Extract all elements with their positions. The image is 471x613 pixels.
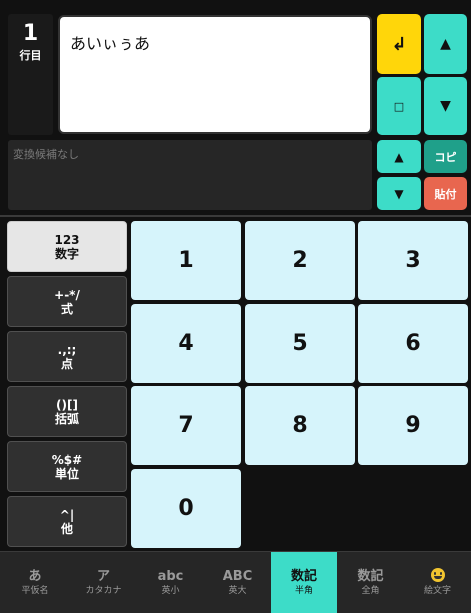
tab-sublabel: 英小 [161, 585, 180, 596]
key-6[interactable]: 6 [358, 304, 468, 383]
category-label: 数字 [54, 246, 79, 261]
tab-uppercase[interactable]: ABC 英大 [204, 552, 271, 613]
key-7[interactable]: 7 [131, 386, 241, 465]
tab-katakana[interactable]: ア カタカナ [70, 552, 137, 613]
category-symbols: ()[] [56, 397, 78, 412]
key-4[interactable]: 4 [131, 304, 241, 383]
copy-button[interactable]: コピ [424, 140, 467, 173]
tab-label: ABC [222, 568, 253, 584]
category-units[interactable]: %$# 単位 [7, 441, 127, 492]
tab-label: abc [157, 568, 184, 584]
category-operators[interactable]: +-*/ 式 [7, 276, 127, 327]
space-button[interactable]: □ [377, 77, 421, 135]
category-punctuation[interactable]: .,:; 点 [7, 331, 127, 382]
cursor-up-button[interactable]: ▲ [424, 14, 467, 74]
tab-sublabel: 平仮名 [21, 585, 49, 596]
key-9[interactable]: 9 [358, 386, 468, 465]
enter-button[interactable]: ↲ [377, 14, 421, 74]
key-3[interactable]: 3 [358, 221, 468, 300]
category-symbols: 123 [54, 232, 80, 247]
cursor-down-button[interactable]: ▼ [424, 77, 467, 135]
tab-hiragana[interactable]: あ 平仮名 [0, 552, 70, 613]
category-label: 式 [60, 301, 73, 316]
category-label: 点 [60, 356, 73, 371]
tab-emoji[interactable]: 絵文字 [404, 552, 471, 613]
key-1[interactable]: 1 [131, 221, 241, 300]
category-other[interactable]: ^| 他 [7, 496, 127, 547]
category-label: 括弧 [54, 411, 79, 426]
tab-sublabel: カタカナ [85, 585, 122, 596]
tab-sublabel: 全角 [361, 585, 380, 596]
category-symbols: %$# [51, 452, 83, 467]
tab-label: ア [96, 568, 110, 584]
category-label: 単位 [54, 466, 79, 481]
category-symbols: +-*/ [54, 287, 80, 302]
category-label: 他 [60, 521, 73, 536]
key-0[interactable]: 0 [131, 469, 241, 548]
tab-label: 数記 [357, 568, 384, 584]
tab-numeric-fullwidth[interactable]: 数記 全角 [337, 552, 404, 613]
category-brackets[interactable]: ()[] 括弧 [7, 386, 127, 437]
paste-button[interactable]: 貼付 [424, 177, 467, 210]
tab-sublabel: 英大 [228, 585, 247, 596]
key-2[interactable]: 2 [245, 221, 355, 300]
candidate-down-button[interactable]: ▼ [377, 177, 421, 210]
tab-lowercase[interactable]: abc 英小 [137, 552, 204, 613]
text-input-area[interactable]: あいぃぅあ [58, 15, 372, 134]
line-unit-label: 行目 [19, 49, 42, 62]
category-symbols: .,:; [57, 342, 77, 357]
tab-sublabel: 絵文字 [423, 586, 451, 596]
line-number: 1 [22, 21, 39, 46]
tab-label: 数記 [290, 568, 317, 584]
tab-sublabel: 半角 [294, 585, 313, 596]
key-8[interactable]: 8 [245, 386, 355, 465]
line-indicator: 1 行目 [8, 14, 53, 135]
category-numbers[interactable]: 123 数字 [7, 221, 127, 272]
tab-numeric-halfwidth[interactable]: 数記 半角 [271, 552, 337, 613]
candidate-up-button[interactable]: ▲ [377, 140, 421, 173]
divider [0, 215, 471, 217]
candidate-list[interactable]: 変換候補なし [8, 140, 372, 210]
smiley-emoji-icon [430, 568, 445, 582]
tab-label: あ [28, 568, 42, 584]
key-5[interactable]: 5 [245, 304, 355, 383]
category-symbols: ^| [59, 507, 75, 522]
